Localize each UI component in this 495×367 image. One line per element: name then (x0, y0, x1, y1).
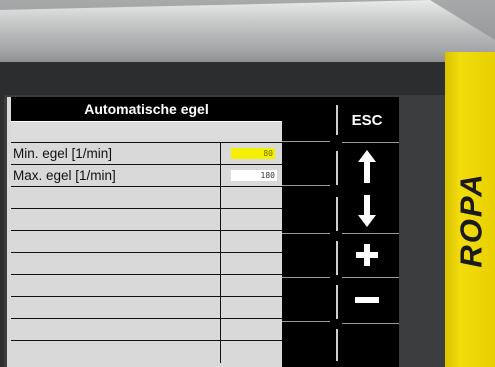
up-button[interactable] (352, 147, 382, 187)
table-row (11, 340, 282, 363)
key-separator (336, 241, 338, 275)
key-divider (282, 321, 330, 322)
minus-button[interactable] (352, 285, 382, 315)
setting-row-min[interactable]: Min. egel [1/min] 80 (11, 142, 282, 165)
key-divider (282, 141, 330, 142)
key-divider (282, 277, 330, 278)
key-separator (336, 151, 338, 185)
key-separator (336, 285, 338, 319)
column-divider (220, 275, 221, 297)
column-divider (220, 165, 221, 187)
down-button[interactable] (352, 190, 382, 230)
column-divider (220, 319, 221, 341)
softkey-panel: ESC (282, 97, 399, 367)
table-row (11, 230, 282, 253)
screen: Automatische egel Min. egel [1/min] 80 M… (7, 97, 282, 367)
column-divider (220, 209, 221, 231)
key-divider (282, 233, 330, 234)
page-title: Automatische egel (11, 97, 282, 121)
setting-label: Min. egel [1/min] (13, 146, 113, 161)
setting-label: Max. egel [1/min] (13, 168, 116, 183)
key-divider (342, 233, 399, 234)
column-divider (220, 341, 221, 363)
column-divider (220, 187, 221, 209)
key-separator (336, 105, 338, 135)
key-divider (342, 277, 399, 278)
key-separator (336, 329, 338, 361)
header-band (11, 122, 282, 140)
value-field-min[interactable]: 80 (231, 148, 275, 159)
column-divider (220, 231, 221, 253)
table-row (11, 208, 282, 231)
key-divider (342, 323, 399, 324)
column-divider (220, 253, 221, 275)
key-separator (336, 197, 338, 231)
table-row (11, 318, 282, 341)
table-row (11, 274, 282, 297)
plus-icon (356, 244, 378, 266)
arrow-up-icon (358, 150, 376, 183)
key-divider (342, 142, 399, 143)
value-field-max[interactable]: 180 (231, 170, 277, 181)
column-divider (220, 143, 221, 165)
brand-logo: ROPA (452, 172, 492, 268)
table-row (11, 296, 282, 319)
table-row (11, 252, 282, 275)
table-row (11, 186, 282, 209)
brand-name: ROPA (454, 172, 490, 268)
minus-icon (355, 297, 379, 303)
key-divider (282, 185, 330, 186)
column-divider (220, 297, 221, 319)
setting-row-max[interactable]: Max. egel [1/min] 180 (11, 164, 282, 187)
esc-button[interactable]: ESC (342, 111, 392, 131)
arrow-down-icon (358, 195, 376, 227)
plus-button[interactable] (352, 239, 382, 273)
